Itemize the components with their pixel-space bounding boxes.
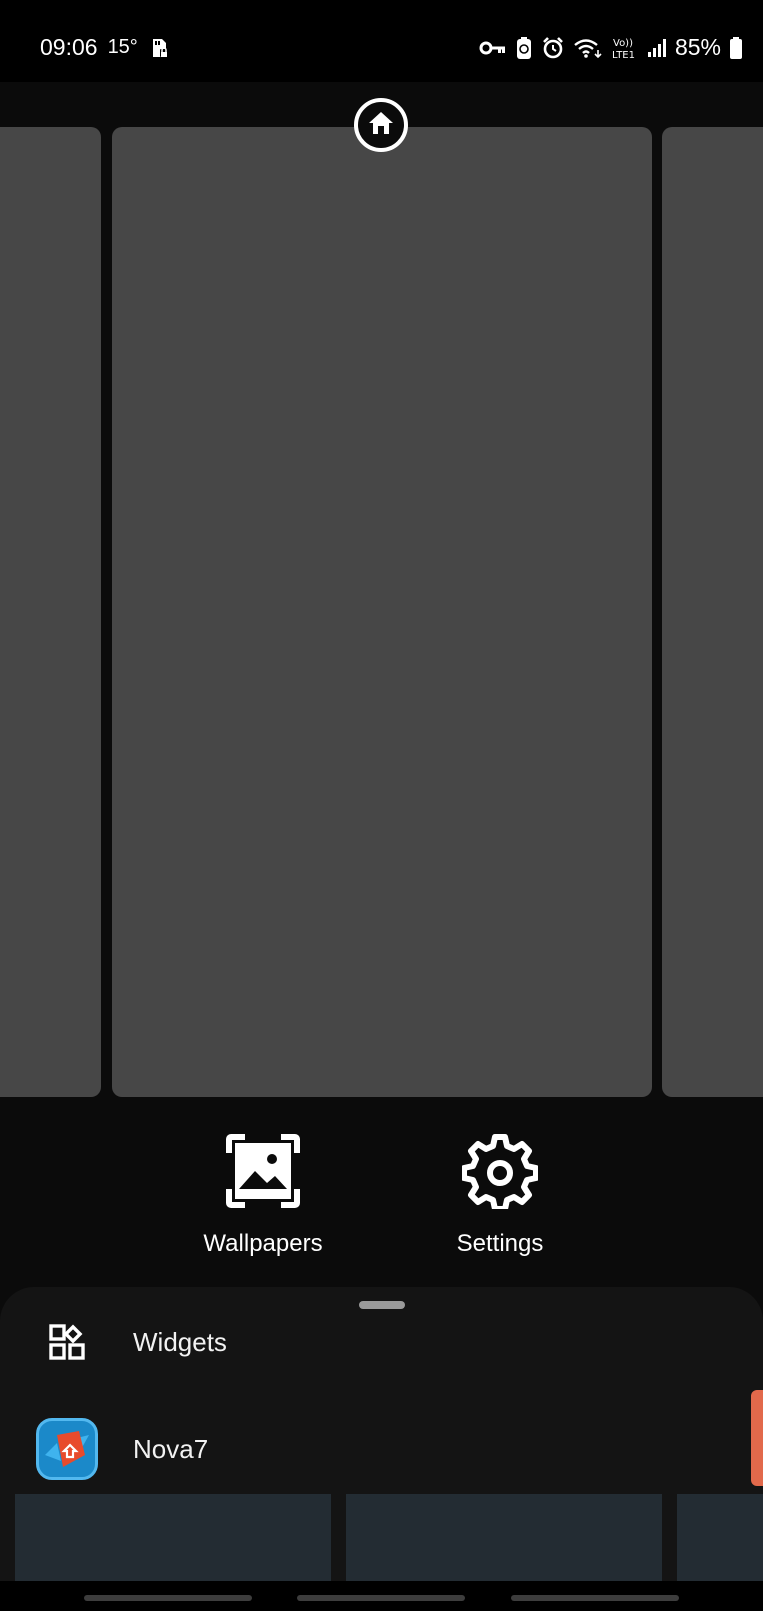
settings-label: Settings	[456, 1230, 544, 1257]
sd-card-icon	[148, 37, 170, 59]
list-item-widgets[interactable]: Widgets	[0, 1302, 763, 1382]
nova7-label: Nova7	[133, 1433, 209, 1464]
bottom-sheet: Widgets Nova7	[0, 1287, 763, 1611]
svg-text:Vo)): Vo))	[613, 38, 633, 49]
widgets-label: Widgets	[133, 1326, 227, 1357]
wifi-icon	[573, 37, 603, 59]
battery-icon	[729, 36, 743, 60]
status-temperature: 15°	[107, 36, 138, 58]
nav-gesture-hint-left[interactable]	[84, 1595, 252, 1601]
status-right: Vo)) LTE1 85%	[479, 34, 743, 61]
status-left: 09:06 15°	[40, 34, 170, 61]
page-card-left[interactable]	[0, 127, 101, 1097]
home-icon	[367, 110, 395, 141]
settings-button[interactable]: Settings	[410, 1133, 590, 1258]
battery-saver-icon	[515, 36, 533, 60]
navigation-bar	[0, 1581, 763, 1611]
status-time: 09:06	[40, 34, 98, 60]
wallpapers-label: Wallpapers	[203, 1230, 323, 1257]
signal-icon	[647, 38, 667, 58]
editor-actions: Wallpapers Settings	[0, 1097, 763, 1287]
wallpaper-icon	[225, 1133, 301, 1214]
home-page-indicator[interactable]	[354, 98, 408, 152]
gear-icon	[461, 1133, 539, 1214]
list-item-nova7[interactable]: Nova7	[0, 1409, 763, 1489]
svg-text:LTE1: LTE1	[612, 50, 635, 60]
nav-gesture-hint-right[interactable]	[511, 1595, 679, 1601]
fast-scroll-thumb[interactable]	[751, 1390, 763, 1486]
nav-gesture-hint-center[interactable]	[297, 1595, 465, 1601]
nova-launcher-icon	[35, 1417, 99, 1481]
page-card-right[interactable]	[662, 127, 763, 1097]
widgets-icon	[35, 1310, 99, 1374]
status-bar: 09:06 15° Vo)) LTE1 85%	[0, 0, 763, 82]
wallpapers-button[interactable]: Wallpapers	[173, 1133, 353, 1258]
alarm-icon	[541, 36, 565, 60]
vpn-key-icon	[479, 40, 507, 56]
page-card-current[interactable]	[112, 127, 652, 1097]
battery-percent: 85%	[674, 34, 721, 60]
volte-icon: Vo)) LTE1	[611, 36, 639, 60]
page-editor	[0, 82, 763, 1097]
